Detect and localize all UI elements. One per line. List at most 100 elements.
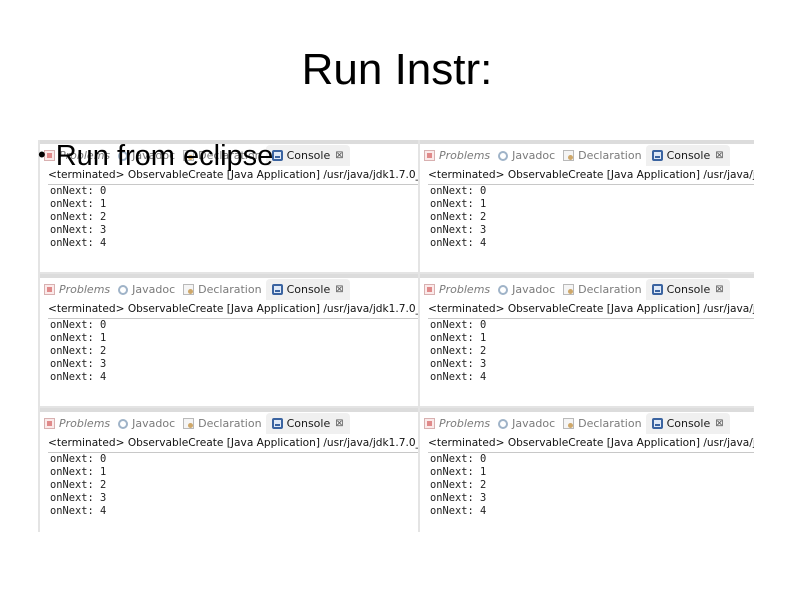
tab-console[interactable]: Console ⊠ bbox=[265, 145, 350, 166]
tab-problems[interactable]: Problems bbox=[420, 279, 494, 300]
javadoc-icon bbox=[498, 284, 509, 295]
tab-label: Declaration bbox=[578, 149, 642, 162]
tab-label: Javadoc bbox=[132, 417, 176, 430]
tab-label: Problems bbox=[439, 417, 491, 430]
bullet-point: • Run from eclipse bbox=[38, 142, 273, 171]
output-line: onNext: 3 bbox=[430, 358, 487, 370]
output-line: onNext: 0 bbox=[430, 319, 487, 331]
tab-javadoc[interactable]: Javadoc bbox=[494, 413, 559, 434]
tab-console[interactable]: Console ⊠ bbox=[645, 279, 730, 300]
problems-icon bbox=[424, 150, 435, 161]
console-panel-r2-c1: Problems Javadoc Declaration Console ⊠ <… bbox=[40, 274, 418, 406]
close-tab-icon[interactable]: ⊠ bbox=[715, 284, 723, 295]
declaration-icon bbox=[563, 284, 575, 295]
console-icon bbox=[651, 150, 663, 161]
console-panel-r1-c2: Problems Javadoc Declaration Console ⊠ <… bbox=[420, 140, 754, 272]
tab-label: Problems bbox=[439, 283, 491, 296]
javadoc-icon bbox=[498, 150, 509, 161]
console-output: onNext: 0 onNext: 1 onNext: 2 onNext: 3 … bbox=[430, 185, 486, 250]
panel-top-border bbox=[420, 274, 754, 278]
tab-console[interactable]: Console ⊠ bbox=[645, 413, 730, 434]
output-line: onNext: 1 bbox=[430, 332, 487, 344]
tab-label: Declaration bbox=[578, 417, 642, 430]
console-output: onNext: 0 onNext: 1 onNext: 2 onNext: 3 … bbox=[50, 185, 106, 250]
output-line: onNext: 3 bbox=[430, 492, 487, 504]
output-line: onNext: 3 bbox=[50, 492, 107, 504]
tab-label: Problems bbox=[439, 149, 491, 162]
output-line: onNext: 0 bbox=[50, 185, 107, 197]
console-screenshot-grid: Problems Javadoc Declaration Console ⊠ <… bbox=[38, 140, 754, 532]
output-line: onNext: 4 bbox=[430, 237, 487, 249]
view-tab-bar: Problems Javadoc Declaration Console ⊠ bbox=[420, 145, 730, 166]
console-panel-r2-c2: Problems Javadoc Declaration Console ⊠ <… bbox=[420, 274, 754, 406]
tab-label: Console bbox=[666, 149, 711, 162]
tab-label: Console bbox=[286, 149, 331, 162]
tab-label: Declaration bbox=[198, 417, 262, 430]
close-tab-icon[interactable]: ⊠ bbox=[335, 418, 343, 429]
output-line: onNext: 0 bbox=[50, 319, 107, 331]
problems-icon bbox=[44, 284, 55, 295]
output-line: onNext: 1 bbox=[50, 332, 107, 344]
declaration-icon bbox=[563, 418, 575, 429]
console-panel-r3-c2: Problems Javadoc Declaration Console ⊠ <… bbox=[420, 408, 754, 532]
view-tab-bar: Problems Javadoc Declaration Console ⊠ bbox=[40, 279, 350, 300]
tab-declaration[interactable]: Declaration bbox=[559, 279, 645, 300]
panel-top-border bbox=[40, 408, 418, 412]
console-process-header: <terminated> ObservableCreate [Java Appl… bbox=[428, 169, 754, 181]
tab-declaration[interactable]: Declaration bbox=[179, 413, 265, 434]
tab-console[interactable]: Console ⊠ bbox=[265, 279, 350, 300]
close-tab-icon[interactable]: ⊠ bbox=[335, 150, 343, 161]
output-line: onNext: 0 bbox=[430, 185, 487, 197]
console-icon bbox=[651, 418, 663, 429]
tab-declaration[interactable]: Declaration bbox=[179, 279, 265, 300]
output-line: onNext: 4 bbox=[50, 505, 107, 517]
output-line: onNext: 0 bbox=[430, 453, 487, 465]
console-output: onNext: 0 onNext: 1 onNext: 2 onNext: 3 … bbox=[50, 453, 106, 518]
tab-javadoc[interactable]: Javadoc bbox=[494, 279, 559, 300]
close-tab-icon[interactable]: ⊠ bbox=[335, 284, 343, 295]
javadoc-icon bbox=[498, 418, 509, 429]
tab-javadoc[interactable]: Javadoc bbox=[114, 413, 179, 434]
view-tab-bar: Problems Javadoc Declaration Console ⊠ bbox=[40, 413, 350, 434]
console-panel-r3-c1: Problems Javadoc Declaration Console ⊠ <… bbox=[40, 408, 418, 532]
tab-label: Javadoc bbox=[512, 417, 556, 430]
close-tab-icon[interactable]: ⊠ bbox=[715, 150, 723, 161]
console-output: onNext: 0 onNext: 1 onNext: 2 onNext: 3 … bbox=[430, 453, 486, 518]
tab-problems[interactable]: Problems bbox=[420, 413, 494, 434]
console-icon bbox=[651, 284, 663, 295]
output-line: onNext: 2 bbox=[50, 479, 107, 491]
tab-problems[interactable]: Problems bbox=[40, 279, 114, 300]
console-process-header: <terminated> ObservableCreate [Java Appl… bbox=[48, 303, 418, 315]
tab-javadoc[interactable]: Javadoc bbox=[494, 145, 559, 166]
output-line: onNext: 1 bbox=[430, 466, 487, 478]
output-line: onNext: 3 bbox=[50, 358, 107, 370]
tab-declaration[interactable]: Declaration bbox=[559, 413, 645, 434]
tab-problems[interactable]: Problems bbox=[420, 145, 494, 166]
javadoc-icon bbox=[118, 418, 129, 429]
tab-problems[interactable]: Problems bbox=[40, 413, 114, 434]
close-tab-icon[interactable]: ⊠ bbox=[715, 418, 723, 429]
tab-javadoc[interactable]: Javadoc bbox=[114, 279, 179, 300]
output-line: onNext: 1 bbox=[50, 198, 107, 210]
slide-title: Run Instr: bbox=[301, 45, 493, 94]
console-process-header: <terminated> ObservableCreate [Java Appl… bbox=[428, 303, 754, 315]
output-line: onNext: 2 bbox=[50, 211, 107, 223]
tab-label: Declaration bbox=[578, 283, 642, 296]
output-line: onNext: 2 bbox=[430, 479, 487, 491]
bullet-text: Run from eclipse bbox=[55, 140, 274, 172]
output-line: onNext: 3 bbox=[50, 224, 107, 236]
tab-label: Console bbox=[666, 417, 711, 430]
declaration-icon bbox=[183, 284, 195, 295]
panel-top-border bbox=[40, 274, 418, 278]
tab-declaration[interactable]: Declaration bbox=[559, 145, 645, 166]
tab-label: Javadoc bbox=[512, 283, 556, 296]
tab-label: Console bbox=[666, 283, 711, 296]
tab-console[interactable]: Console ⊠ bbox=[645, 145, 730, 166]
problems-icon bbox=[424, 284, 435, 295]
output-line: onNext: 2 bbox=[50, 345, 107, 357]
tab-console[interactable]: Console ⊠ bbox=[265, 413, 350, 434]
problems-icon bbox=[44, 418, 55, 429]
output-line: onNext: 4 bbox=[430, 371, 487, 383]
console-output: onNext: 0 onNext: 1 onNext: 2 onNext: 3 … bbox=[50, 319, 106, 384]
panel-top-border bbox=[420, 408, 754, 412]
